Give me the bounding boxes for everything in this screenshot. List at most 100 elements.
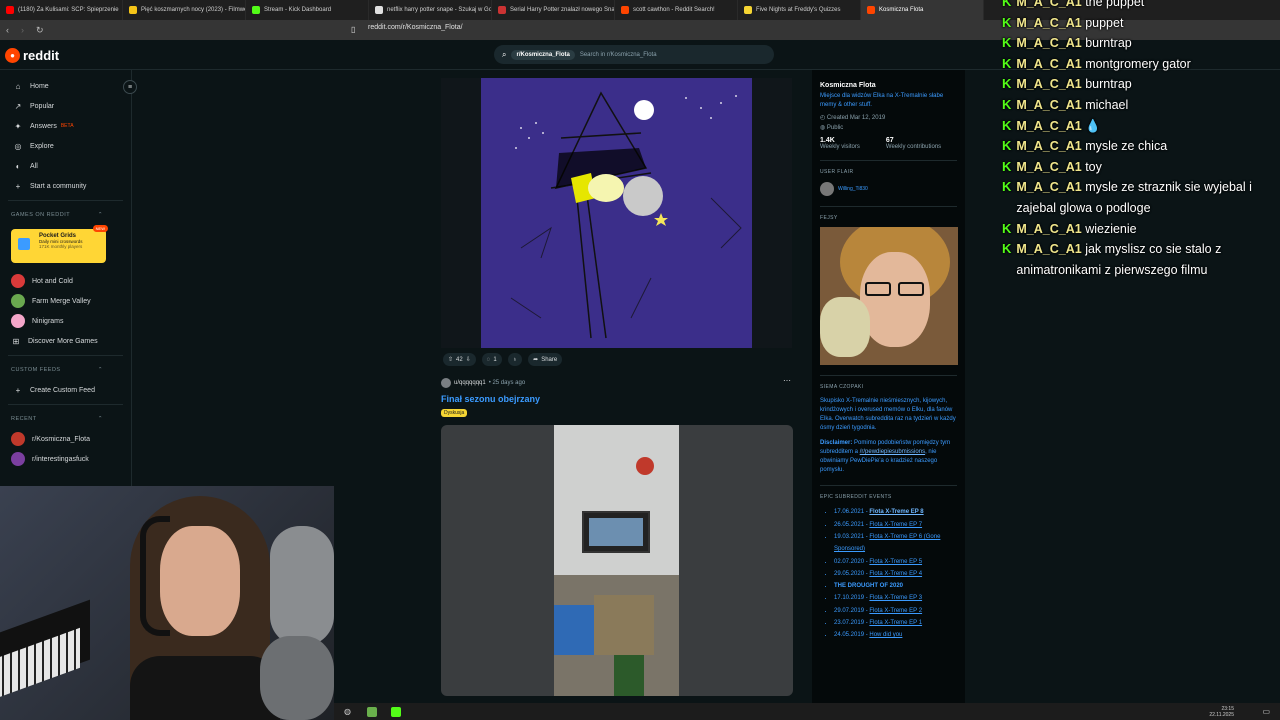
- events-list: 17.06.2021 - Flota X-Treme EP 826.05.202…: [820, 506, 957, 641]
- event-link[interactable]: Flota X-Treme EP 7: [869, 522, 922, 528]
- sidebar-game-item[interactable]: Ninigrams: [0, 311, 131, 331]
- sidebar-item-answers[interactable]: ✦ Answers BETA: [0, 116, 131, 136]
- search-placeholder: Search in r/Kosmiczna_Flota: [579, 51, 657, 58]
- tab-favicon-icon: [744, 6, 752, 14]
- game-icon: [11, 294, 25, 308]
- kick-app-icon[interactable]: [390, 706, 401, 717]
- award-button[interactable]: ♁: [507, 353, 523, 366]
- chat-text: puppet: [1085, 15, 1124, 30]
- notification-icon[interactable]: ▭: [1262, 707, 1270, 716]
- recent-label: RECENT: [11, 416, 37, 422]
- kick-badge-icon: K: [1002, 76, 1012, 92]
- chat-text: 💧: [1085, 118, 1101, 133]
- disclaimer-link[interactable]: /r/pewdiepiesubmissions: [860, 449, 925, 455]
- menu-collapse-icon[interactable]: ≡: [123, 80, 137, 94]
- disclaimer: Disclaimer: Pomimo podobieństw pomiędzy …: [820, 439, 957, 475]
- tab-label: Kosmiczna Flota: [879, 7, 924, 13]
- disclaimer-label: Disclaimer:: [820, 440, 853, 447]
- recent-header[interactable]: RECENT ⌃: [0, 409, 131, 429]
- tab-favicon-icon: [129, 6, 137, 14]
- sidebar-item-explore[interactable]: ◎ Explore: [0, 136, 131, 156]
- event-link[interactable]: Flota X-Treme EP 1: [869, 620, 922, 626]
- url-field[interactable]: reddit.com/r/Kosmiczna_Flota/: [368, 24, 463, 31]
- post2-overflow-icon[interactable]: ⋯: [783, 376, 791, 385]
- reload-icon[interactable]: ↻: [36, 25, 44, 36]
- sidebar-item-popular[interactable]: ↗ Popular: [0, 96, 131, 116]
- user-avatar: [820, 182, 834, 197]
- upvote-icon[interactable]: ⇧: [448, 356, 453, 363]
- post2-title[interactable]: Finał sezonu obejrzany: [441, 394, 540, 404]
- kick-badge-icon: K: [1002, 55, 1012, 71]
- forward-icon[interactable]: ›: [21, 25, 24, 36]
- event-link[interactable]: Flota X-Treme EP 8: [869, 509, 923, 515]
- event-link[interactable]: How did you: [869, 632, 902, 638]
- event-link[interactable]: Flota X-Treme EP 4: [869, 571, 922, 577]
- browser-tab[interactable]: Serial Harry Potter znalazł nowego Snape…: [492, 0, 615, 20]
- game-label: Discover More Games: [28, 337, 98, 345]
- sidebar-item-label: Answers: [30, 122, 57, 130]
- lamp-drawing-image: [510, 91, 742, 339]
- vote-count: 42: [456, 356, 463, 363]
- taskbar-app-icon[interactable]: [366, 706, 377, 717]
- pocket-grids-card[interactable]: NEW Pocket Grids Daily mini crosswords 1…: [11, 225, 108, 263]
- browser-tab[interactable]: Kosmiczna Flota: [861, 0, 984, 20]
- office-furniture: [554, 575, 679, 696]
- visibility-label: Public: [826, 125, 844, 132]
- browser-tab[interactable]: (1180) Za Kulisami: SCP: Spieprzenie: [0, 0, 123, 20]
- sidebar-item-icon: ↗: [14, 101, 22, 111]
- browser-tab[interactable]: Five Nights at Freddy's Quizzes: [738, 0, 861, 20]
- games-header[interactable]: GAMES ON REDDIT ⌃: [0, 205, 131, 225]
- reddit-logo[interactable]: ● reddit: [5, 48, 59, 63]
- event-link[interactable]: THE DROUGHT OF 2020: [834, 583, 903, 589]
- sidebar-item-start-a-community[interactable]: + Start a community: [0, 176, 131, 196]
- award-icon: ♁: [512, 356, 518, 363]
- browser-tab[interactable]: Pięć koszmarnych nocy (2023) - Filmweb: [123, 0, 246, 20]
- sidebar-recent-item[interactable]: r/interestingasfuck: [0, 449, 131, 469]
- chat-message: K M_A_C_A1 puppet: [1002, 13, 1280, 34]
- event-item: 29.05.2020 - Flota X-Treme EP 4: [834, 568, 957, 580]
- create-custom-feed[interactable]: + Create Custom Feed: [0, 380, 131, 400]
- system-clock[interactable]: 23:15 22.11.2025: [1209, 706, 1234, 718]
- event-link[interactable]: Flota X-Treme EP 3: [869, 595, 922, 601]
- fejsy-image[interactable]: [820, 227, 958, 366]
- post1-image[interactable]: [481, 78, 752, 348]
- share-button[interactable]: ➦ Share: [528, 353, 563, 366]
- vote-control[interactable]: ⇧ 42 ⇩: [443, 353, 476, 366]
- post2-video[interactable]: [441, 425, 793, 696]
- search-community-chip[interactable]: r/Kosmiczna_Flota: [511, 49, 575, 60]
- sidebar-game-item[interactable]: ⊞ Discover More Games: [0, 331, 131, 351]
- post2-flair[interactable]: Dyskusja: [441, 409, 468, 417]
- user-flair-row[interactable]: Willing_Ti830: [820, 182, 957, 197]
- browser-tab[interactable]: scott cawthon - Reddit Search!: [615, 0, 738, 20]
- webcam-overlay: [0, 486, 334, 720]
- event-link[interactable]: Flota X-Treme EP 2: [869, 608, 922, 614]
- search-icon: ⌕: [502, 49, 507, 59]
- browser-tab[interactable]: netflix harry potter snape - Szukaj w Go…: [369, 0, 492, 20]
- chat-text: mysle ze chica: [1085, 139, 1168, 154]
- sidebar-game-item[interactable]: Farm Merge Valley: [0, 291, 131, 311]
- downvote-icon[interactable]: ⇩: [466, 356, 471, 363]
- sidebar-game-item[interactable]: Hot and Cold: [0, 271, 131, 291]
- widgets-icon[interactable]: ◍: [344, 707, 351, 716]
- chat-message: K M_A_C_A1 jak myslisz co sie stalo z ani…: [1002, 239, 1280, 280]
- sidebar-recent-item[interactable]: r/Kosmiczna_Flota: [0, 429, 131, 449]
- kick-badge-icon: K: [1002, 117, 1012, 133]
- back-icon[interactable]: ‹: [6, 25, 9, 36]
- browser-tab[interactable]: Stream - Kick Dashboard: [246, 0, 369, 20]
- reddit-snoo-icon: ●: [5, 48, 20, 63]
- event-link[interactable]: Flota X-Treme EP 5: [869, 559, 922, 565]
- event-date: 23.07.2019 -: [834, 620, 868, 627]
- bookmark-icon[interactable]: ▯: [351, 25, 355, 34]
- sidebar-item-all[interactable]: ◐ All: [0, 156, 131, 176]
- custom-feeds-header[interactable]: CUSTOM FEEDS ⌃: [0, 360, 131, 380]
- post2-author[interactable]: u/qqqqqqq1: [454, 380, 486, 386]
- sidebar-item-home[interactable]: ⌂ Home: [0, 76, 131, 96]
- search-input[interactable]: ⌕ r/Kosmiczna_Flota Search in r/Kosmiczn…: [494, 45, 774, 64]
- author-avatar[interactable]: [441, 378, 451, 388]
- plus-icon: +: [15, 385, 21, 395]
- chat-text: toy: [1085, 159, 1102, 174]
- comments-button[interactable]: ◌ 1: [481, 353, 502, 366]
- kick-badge-icon: K: [1002, 96, 1012, 112]
- event-date: 26.05.2021 -: [834, 521, 868, 528]
- events-header: EPIC SUBREDDIT EVENTS: [820, 494, 892, 501]
